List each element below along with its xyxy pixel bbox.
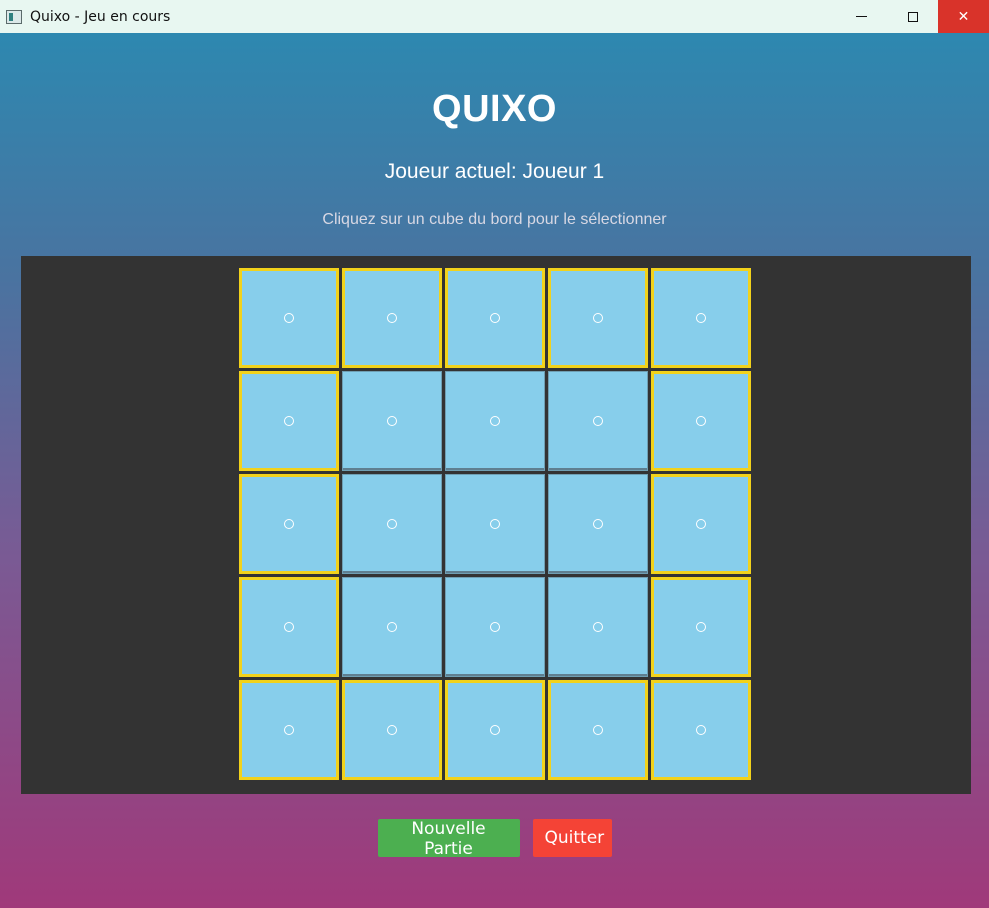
board-cell-edge[interactable] <box>548 268 648 368</box>
empty-circle-icon <box>284 725 294 735</box>
empty-circle-icon <box>387 622 397 632</box>
board-cell-edge[interactable] <box>239 474 339 574</box>
maximize-button[interactable] <box>887 0 938 33</box>
close-button[interactable]: ✕ <box>938 0 989 33</box>
app-icon <box>6 9 22 24</box>
action-buttons: Nouvelle Partie Quitter <box>0 819 989 859</box>
game-title: QUIXO <box>432 88 557 130</box>
empty-circle-icon <box>387 416 397 426</box>
board-cell-edge[interactable] <box>239 577 339 677</box>
empty-circle-icon <box>696 622 706 632</box>
empty-circle-icon <box>490 725 500 735</box>
empty-circle-icon <box>387 725 397 735</box>
empty-circle-icon <box>284 416 294 426</box>
board-cell-edge[interactable] <box>342 268 442 368</box>
new-game-button[interactable]: Nouvelle Partie <box>377 819 520 859</box>
board-cell-edge[interactable] <box>651 268 751 368</box>
empty-circle-icon <box>490 519 500 529</box>
minimize-button[interactable] <box>836 0 887 33</box>
board-cell-edge[interactable] <box>651 474 751 574</box>
app-window: Quixo - Jeu en cours ✕ QUIXO Joueur actu… <box>0 0 989 908</box>
board-cell-edge[interactable] <box>445 268 545 368</box>
current-player-label: Joueur actuel: Joueur 1 <box>384 160 605 183</box>
empty-circle-icon <box>490 416 500 426</box>
empty-circle-icon <box>284 313 294 323</box>
board-cell-inner <box>445 474 545 574</box>
game-content: QUIXO Joueur actuel: Joueur 1 Cliquez su… <box>0 33 989 908</box>
board-cell-inner <box>342 371 442 471</box>
empty-circle-icon <box>696 313 706 323</box>
empty-circle-icon <box>593 519 603 529</box>
title-bar: Quixo - Jeu en cours ✕ <box>0 0 989 33</box>
board-cell-inner <box>548 577 648 677</box>
board-cell-edge[interactable] <box>548 680 648 780</box>
empty-circle-icon <box>387 313 397 323</box>
game-board <box>239 268 754 783</box>
board-panel <box>21 256 971 794</box>
board-cell-edge[interactable] <box>239 680 339 780</box>
close-icon: ✕ <box>957 8 970 24</box>
board-cell-edge[interactable] <box>651 577 751 677</box>
board-cell-inner <box>445 577 545 677</box>
board-cell-edge[interactable] <box>651 680 751 780</box>
empty-circle-icon <box>593 313 603 323</box>
board-cell-edge[interactable] <box>239 268 339 368</box>
empty-circle-icon <box>593 416 603 426</box>
board-cell-inner <box>445 371 545 471</box>
empty-circle-icon <box>387 519 397 529</box>
instruction-text: Cliquez sur un cube du bord pour le séle… <box>322 211 667 228</box>
empty-circle-icon <box>490 313 500 323</box>
empty-circle-icon <box>696 416 706 426</box>
window-controls: ✕ <box>836 0 989 33</box>
empty-circle-icon <box>284 519 294 529</box>
empty-circle-icon <box>593 622 603 632</box>
maximize-icon <box>907 11 918 22</box>
empty-circle-icon <box>284 622 294 632</box>
empty-circle-icon <box>490 622 500 632</box>
board-cell-inner <box>548 371 648 471</box>
empty-circle-icon <box>696 725 706 735</box>
window-title: Quixo - Jeu en cours <box>30 8 171 25</box>
board-cell-edge[interactable] <box>342 680 442 780</box>
quit-button[interactable]: Quitter <box>532 819 612 857</box>
empty-circle-icon <box>696 519 706 529</box>
board-cell-inner <box>548 474 648 574</box>
minimize-icon <box>856 16 867 17</box>
board-cell-edge[interactable] <box>445 680 545 780</box>
board-cell-inner <box>342 474 442 574</box>
board-cell-edge[interactable] <box>239 371 339 471</box>
board-cell-edge[interactable] <box>651 371 751 471</box>
board-cell-inner <box>342 577 442 677</box>
empty-circle-icon <box>593 725 603 735</box>
